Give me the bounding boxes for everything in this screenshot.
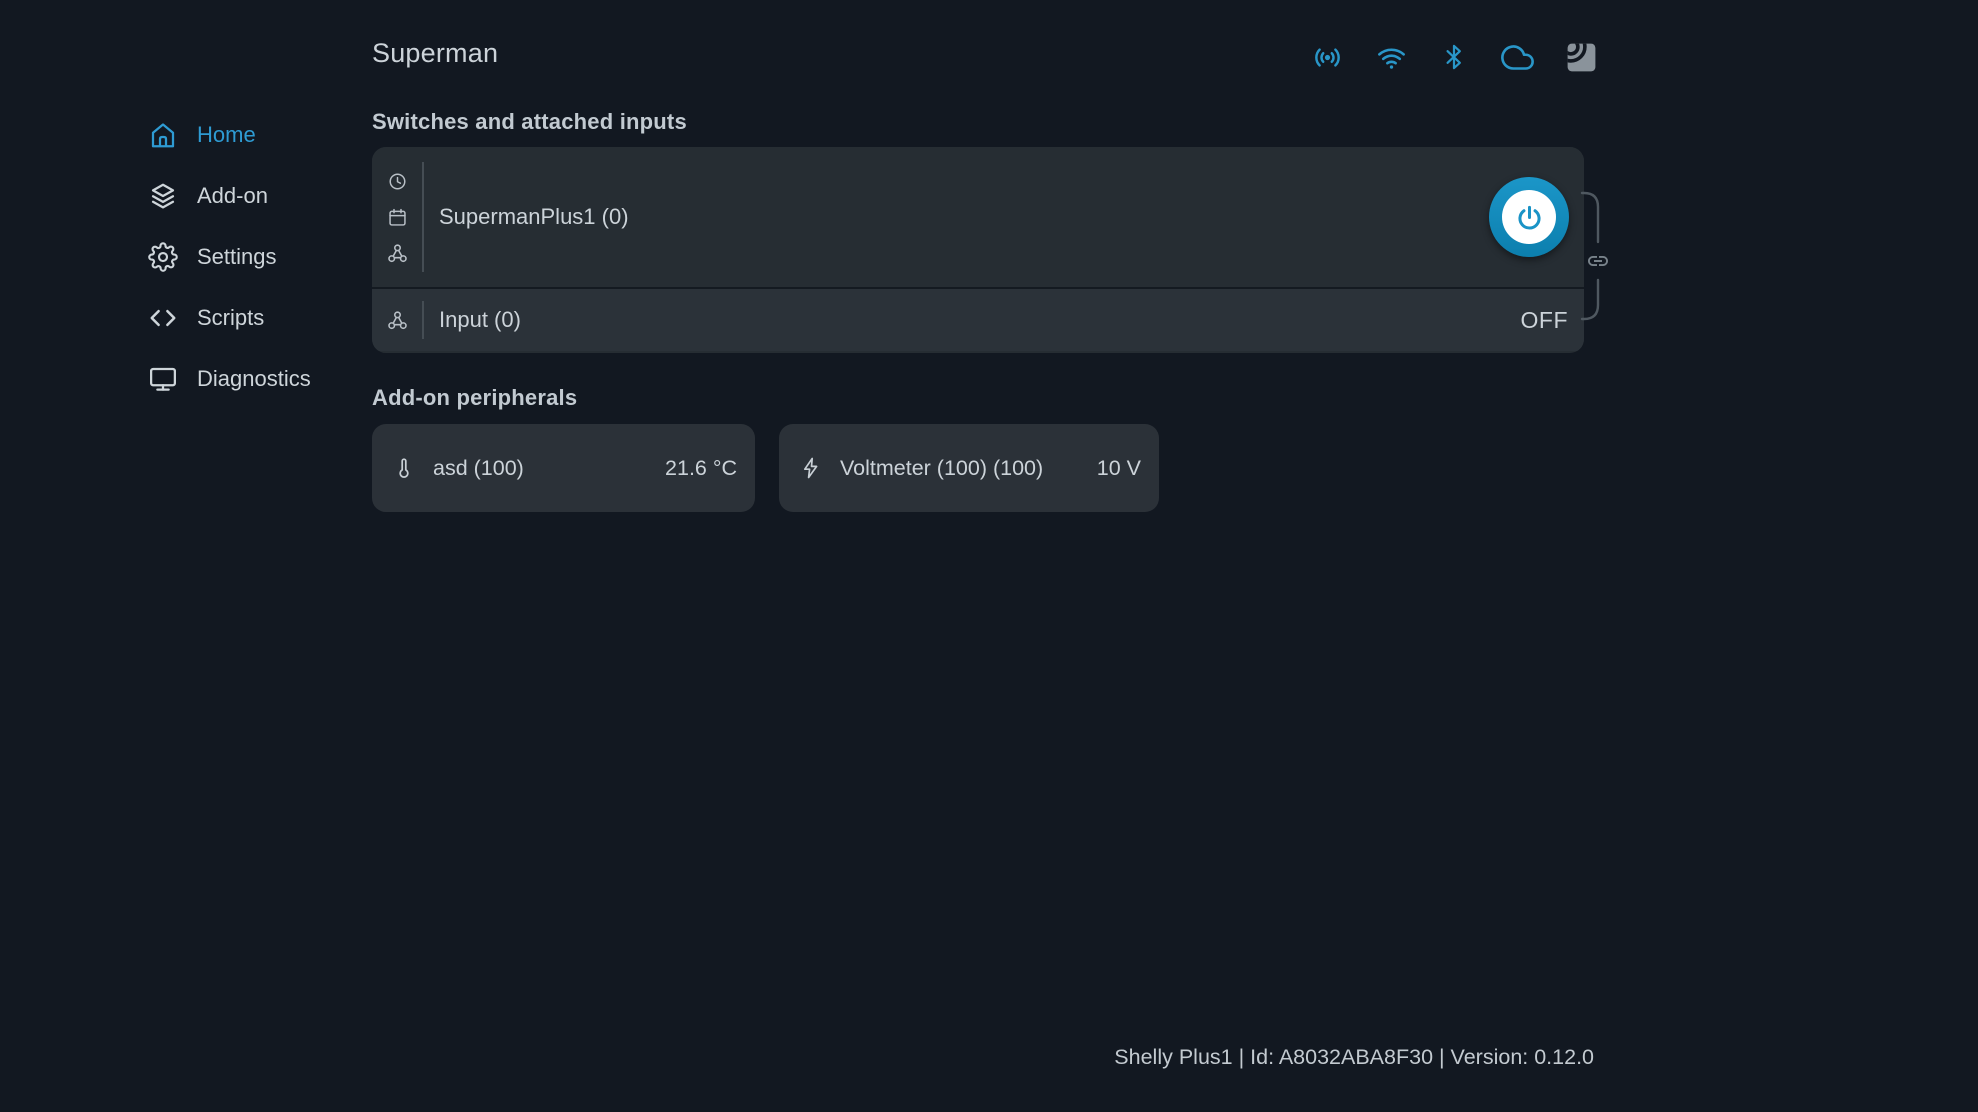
input-feature-icons — [372, 310, 422, 331]
peripheral-value: 10 V — [1097, 456, 1141, 481]
thermometer-icon — [392, 456, 416, 480]
sidebar-item-home[interactable]: Home — [148, 104, 358, 165]
home-icon — [148, 120, 178, 150]
calendar-icon — [387, 207, 408, 228]
webhook-icon — [387, 243, 408, 264]
code-icon — [148, 303, 178, 333]
clock-icon — [387, 171, 408, 192]
monitor-icon — [148, 364, 178, 394]
peripherals-row: asd (100) 21.6 °C Voltmeter (100) (100) … — [372, 424, 1159, 512]
switches-card: SupermanPlus1 (0) — [372, 147, 1584, 353]
bolt-icon — [799, 456, 823, 480]
switch-row-supermanplus1[interactable]: SupermanPlus1 (0) — [372, 147, 1584, 287]
link-bracket — [1580, 180, 1624, 340]
peripheral-label: Voltmeter (100) (100) — [840, 456, 1043, 481]
layers-icon — [148, 181, 178, 211]
input-row[interactable]: Input (0) OFF — [372, 287, 1584, 351]
gear-icon — [148, 242, 178, 272]
switch-name: SupermanPlus1 (0) — [424, 204, 629, 230]
webhook-icon — [387, 310, 408, 331]
power-icon — [1502, 190, 1556, 244]
power-toggle-button[interactable] — [1489, 177, 1569, 257]
input-state-badge: OFF — [1521, 307, 1569, 334]
link-icon — [1588, 256, 1608, 266]
input-name: Input (0) — [424, 307, 521, 333]
sidebar-nav: Home Add-on Settings — [148, 104, 358, 409]
peripheral-label: asd (100) — [433, 456, 524, 481]
sidebar-item-scripts[interactable]: Scripts — [148, 287, 358, 348]
sidebar-item-label: Settings — [197, 244, 277, 270]
sidebar-item-diagnostics[interactable]: Diagnostics — [148, 348, 358, 409]
sidebar-item-label: Add-on — [197, 183, 268, 209]
peripheral-value: 21.6 °C — [665, 456, 737, 481]
shelly-device-app: Home Add-on Settings — [0, 0, 1978, 1112]
sidebar-item-label: Scripts — [197, 305, 264, 331]
sidebar-item-label: Diagnostics — [197, 366, 311, 392]
peripheral-card-voltmeter[interactable]: Voltmeter (100) (100) 10 V — [779, 424, 1159, 512]
switches-section-heading: Switches and attached inputs — [372, 109, 687, 135]
sidebar-item-settings[interactable]: Settings — [148, 226, 358, 287]
sidebar-item-addon[interactable]: Add-on — [148, 165, 358, 226]
switch-feature-icons — [372, 171, 422, 264]
peripherals-section-heading: Add-on peripherals — [372, 385, 577, 411]
main-content: Switches and attached inputs — [372, 0, 1584, 1112]
device-info-footer: Shelly Plus1 | Id: A8032ABA8F30 | Versio… — [372, 1045, 1594, 1070]
sidebar-item-label: Home — [197, 122, 256, 148]
peripheral-card-temperature[interactable]: asd (100) 21.6 °C — [372, 424, 755, 512]
